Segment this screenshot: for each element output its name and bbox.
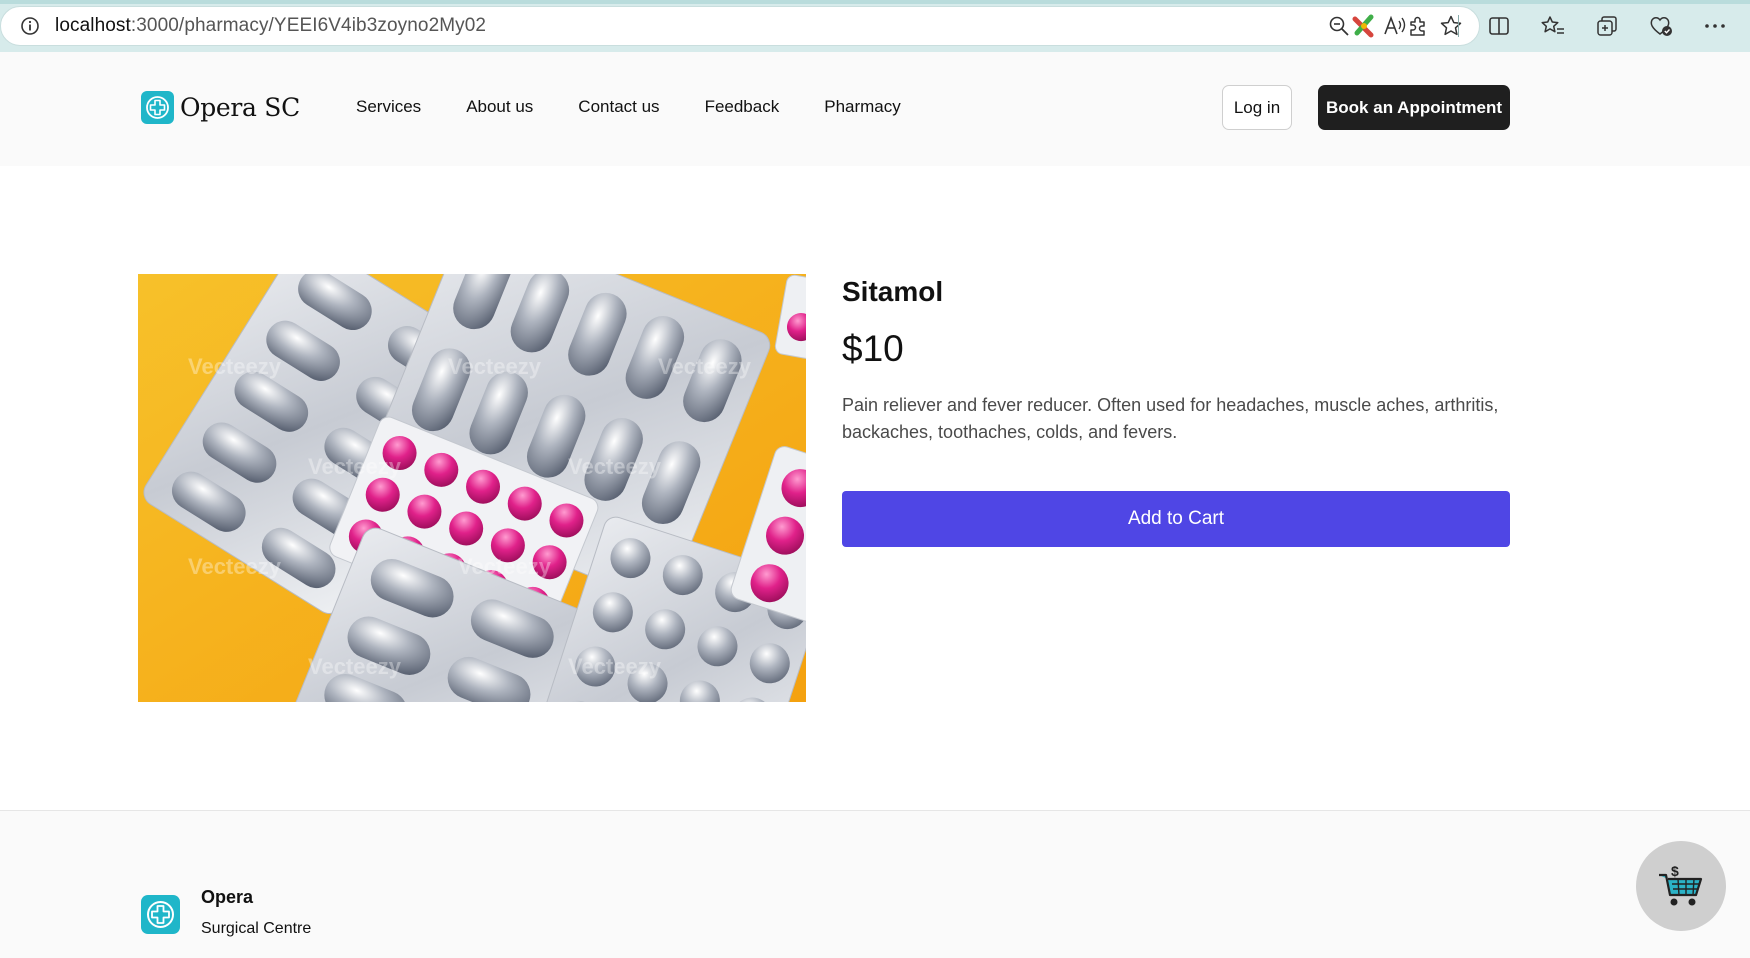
nav-services[interactable]: Services xyxy=(356,97,421,117)
watermark-text: Vecteezy xyxy=(568,454,662,479)
address-bar[interactable]: localhost:3000/pharmacy/YEEI6V4ib3zoyno2… xyxy=(0,6,1480,46)
url-path: :3000/pharmacy/YEEI6V4ib3zoyno2My02 xyxy=(130,15,487,36)
watermark-text: Vecteezy xyxy=(658,354,752,379)
blister-packs-illustration: Vecteezy Vecteezy Vecteezy Vecteezy Vect… xyxy=(138,274,806,702)
site-header: Opera SC Services About us Contact us Fe… xyxy=(0,52,1750,166)
nav-contact-us[interactable]: Contact us xyxy=(578,97,659,117)
favorites-icon[interactable] xyxy=(1539,12,1567,40)
browser-toolbar: localhost:3000/pharmacy/YEEI6V4ib3zoyno2… xyxy=(0,0,1750,52)
logo-text: Opera SC xyxy=(180,93,300,122)
watermark-text: Vecteezy xyxy=(308,454,402,479)
watermark-text: Vecteezy xyxy=(188,554,282,579)
url-host: localhost xyxy=(55,15,131,36)
product-price: $10 xyxy=(842,328,904,369)
footer-subtitle: Surgical Centre xyxy=(201,920,312,937)
watermark-text: Vecteezy xyxy=(188,354,282,379)
nav-about-us[interactable]: About us xyxy=(466,97,533,117)
toolbar-separator xyxy=(1458,15,1459,37)
tab-strip xyxy=(0,0,1750,4)
main-nav: Services About us Contact us Feedback Ph… xyxy=(356,97,901,117)
extensions-puzzle-icon[interactable] xyxy=(1404,12,1432,40)
site-footer: Opera Surgical Centre xyxy=(0,810,1750,958)
medical-cross-logo-icon xyxy=(141,91,174,124)
more-menu-icon[interactable] xyxy=(1701,12,1729,40)
product-image: Vecteezy Vecteezy Vecteezy Vecteezy Vect… xyxy=(138,274,806,702)
url-text[interactable]: localhost:3000/pharmacy/YEEI6V4ib3zoyno2… xyxy=(55,15,486,37)
product-info: Sitamol $10 Pain reliever and fever redu… xyxy=(842,274,1510,547)
medical-cross-logo-icon xyxy=(141,895,180,934)
product-name: Sitamol xyxy=(842,276,944,307)
split-screen-icon[interactable] xyxy=(1485,12,1513,40)
book-appointment-button[interactable]: Book an Appointment xyxy=(1318,85,1510,130)
logo[interactable]: Opera SC xyxy=(141,91,300,124)
login-button[interactable]: Log in xyxy=(1222,85,1292,130)
shopping-cart-icon: $ xyxy=(1659,863,1703,906)
nav-feedback[interactable]: Feedback xyxy=(705,97,780,117)
add-to-cart-button[interactable]: Add to Cart xyxy=(842,491,1510,547)
product-description: Pain reliever and fever reducer. Often u… xyxy=(842,395,1499,442)
svg-text:$: $ xyxy=(1671,863,1679,879)
nav-pharmacy[interactable]: Pharmacy xyxy=(824,97,901,117)
watermark-text: Vecteezy xyxy=(568,654,662,679)
browser-essentials-icon[interactable] xyxy=(1647,12,1675,40)
watermark-text: Vecteezy xyxy=(308,654,402,679)
extension-colorful-icon[interactable] xyxy=(1350,12,1378,40)
collections-icon[interactable] xyxy=(1593,12,1621,40)
watermark-text: Vecteezy xyxy=(458,554,552,579)
info-icon[interactable] xyxy=(19,15,41,37)
zoom-icon[interactable] xyxy=(1325,12,1353,40)
cart-floating-button[interactable]: $ xyxy=(1636,841,1726,931)
watermark-text: Vecteezy xyxy=(448,354,542,379)
footer-title: Opera xyxy=(201,887,254,907)
